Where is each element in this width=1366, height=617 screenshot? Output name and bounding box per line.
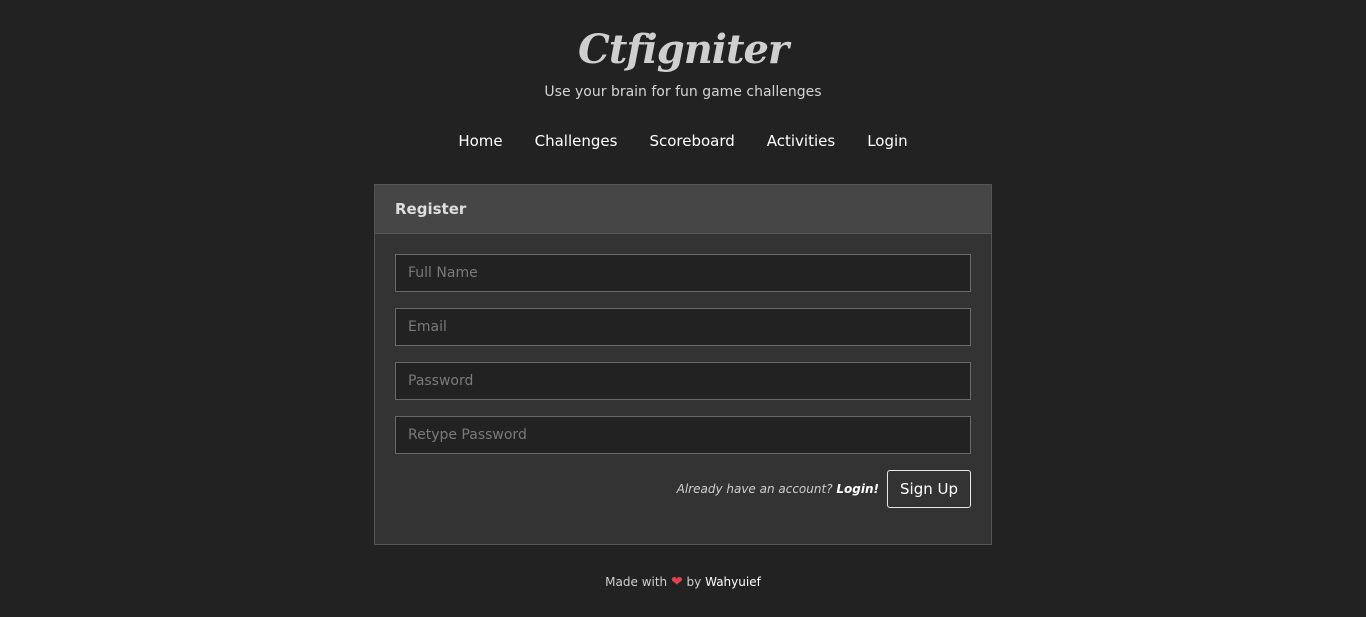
- register-form: Already have an account? Login! Sign Up: [375, 234, 991, 508]
- nav-item-login[interactable]: Login: [867, 131, 907, 151]
- form-actions: Already have an account? Login! Sign Up: [395, 470, 971, 508]
- register-panel: Register Already have an account? Login!…: [374, 184, 992, 545]
- full-name-input[interactable]: [395, 254, 971, 292]
- email-input[interactable]: [395, 308, 971, 346]
- nav-item-scoreboard[interactable]: Scoreboard: [649, 131, 734, 151]
- site-header: Ctfigniter Use your brain for fun game c…: [0, 0, 1366, 151]
- footer-made-with: Made with: [605, 575, 668, 589]
- footer-by: by: [686, 575, 702, 589]
- nav-item-challenges[interactable]: Challenges: [535, 131, 618, 151]
- login-link[interactable]: Login!: [836, 482, 879, 496]
- site-footer: Made with ❤ by Wahyuief: [0, 574, 1366, 590]
- nav-item-home[interactable]: Home: [458, 131, 502, 151]
- site-logo-title[interactable]: Ctfigniter: [578, 22, 789, 78]
- site-tagline: Use your brain for fun game challenges: [544, 84, 822, 100]
- footer-author-link[interactable]: Wahyuief: [705, 575, 761, 589]
- retype-password-input[interactable]: [395, 416, 971, 454]
- login-hint-text: Already have an account?: [676, 482, 833, 496]
- password-input[interactable]: [395, 362, 971, 400]
- register-panel-title: Register: [375, 185, 991, 234]
- sign-up-button[interactable]: Sign Up: [887, 470, 971, 508]
- login-hint: Already have an account? Login!: [677, 482, 879, 496]
- heart-icon: ❤: [670, 574, 683, 590]
- main-nav: Home Challenges Scoreboard Activities Lo…: [0, 131, 1366, 151]
- nav-item-activities[interactable]: Activities: [767, 131, 835, 151]
